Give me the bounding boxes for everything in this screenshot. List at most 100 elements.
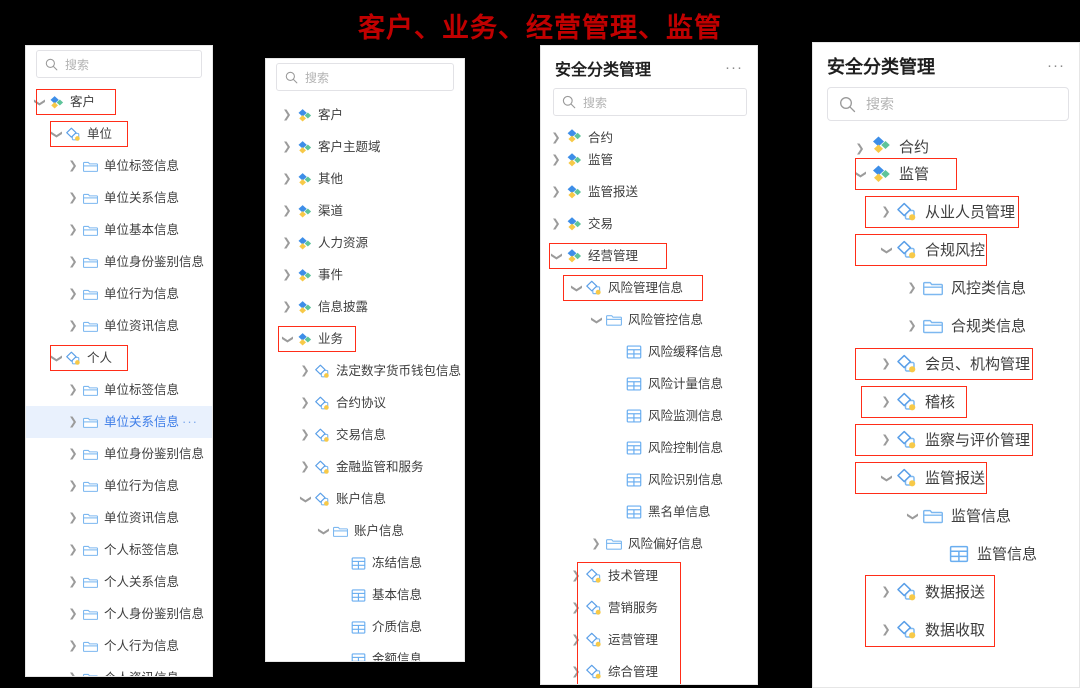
tree-node[interactable]: ❯ 交易信息 xyxy=(266,419,464,451)
tree-node[interactable]: ❯ 法定数字货币钱包信息 xyxy=(266,355,464,387)
chevron-right-icon[interactable]: ❯ xyxy=(879,624,893,636)
chevron-right-icon[interactable]: ❯ xyxy=(905,282,919,294)
tree-node[interactable]: ❯风险识别信息 xyxy=(541,464,757,496)
tree-node[interactable]: ❯ 合约 xyxy=(813,129,1079,155)
chevron-down-icon[interactable]: ❯ xyxy=(571,281,583,295)
chevron-right-icon[interactable]: ❯ xyxy=(66,544,80,556)
tree-node[interactable]: ❯ 从业人员管理 xyxy=(813,193,1079,231)
tree-node[interactable]: ❯ 单位身份鉴别信息 xyxy=(26,246,212,278)
tree-node[interactable]: ❯监管信息 xyxy=(813,535,1079,573)
tree-node[interactable]: ❯ 业务 xyxy=(266,323,464,355)
tree-node[interactable]: ❯ 金融监管和服务 xyxy=(266,451,464,483)
tree-node[interactable]: ❯ 监管 xyxy=(541,144,757,176)
tree-node[interactable]: ❯介质信息 xyxy=(266,611,464,643)
tree-node[interactable]: ❯风险控制信息 xyxy=(541,432,757,464)
chevron-right-icon[interactable]: ❯ xyxy=(905,320,919,332)
chevron-right-icon[interactable]: ❯ xyxy=(569,666,583,678)
chevron-down-icon[interactable]: ❯ xyxy=(300,492,312,506)
chevron-down-icon[interactable]: ❯ xyxy=(855,167,867,181)
tree-node[interactable]: ❯ 个人 xyxy=(26,342,212,374)
tree-node[interactable]: ❯ 单位身份鉴别信息 xyxy=(26,438,212,470)
tree-node[interactable]: ❯冻结信息 xyxy=(266,547,464,579)
chevron-right-icon[interactable]: ❯ xyxy=(298,429,312,441)
search-input-panel2[interactable]: 搜索 xyxy=(276,63,454,91)
tree-node[interactable]: ❯ 合规类信息 xyxy=(813,307,1079,345)
chevron-right-icon[interactable]: ❯ xyxy=(66,672,80,676)
tree-node[interactable]: ❯ 账户信息 xyxy=(266,483,464,515)
tree-node[interactable]: ❯ 个人身份鉴别信息 xyxy=(26,598,212,630)
tree-node[interactable]: ❯ 其他 xyxy=(266,163,464,195)
tree-node[interactable]: ❯ 单位基本信息 xyxy=(26,214,212,246)
chevron-right-icon[interactable]: ❯ xyxy=(879,358,893,370)
tree-node[interactable]: ❯ 单位标签信息 xyxy=(26,374,212,406)
tree-node[interactable]: ❯ 风控类信息 xyxy=(813,269,1079,307)
tree-node[interactable]: ❯ 运营管理 xyxy=(541,624,757,656)
chevron-right-icon[interactable]: ❯ xyxy=(280,205,294,217)
chevron-right-icon[interactable]: ❯ xyxy=(569,602,583,614)
chevron-right-icon[interactable]: ❯ xyxy=(66,576,80,588)
row-more-options-icon[interactable]: ··· xyxy=(182,415,198,428)
tree-node[interactable]: ❯ 个人行为信息 xyxy=(26,630,212,662)
tree-node[interactable]: ❯ 信息披露 xyxy=(266,291,464,323)
tree-node[interactable]: ❯ 监管 xyxy=(813,155,1079,193)
more-options-icon[interactable]: ··· xyxy=(1047,58,1065,73)
chevron-right-icon[interactable]: ❯ xyxy=(66,192,80,204)
tree-node[interactable]: ❯ 交易 xyxy=(541,208,757,240)
chevron-right-icon[interactable]: ❯ xyxy=(66,512,80,524)
chevron-right-icon[interactable]: ❯ xyxy=(549,154,563,166)
chevron-right-icon[interactable]: ❯ xyxy=(66,448,80,460)
more-options-icon[interactable]: ··· xyxy=(725,60,743,75)
tree-node[interactable]: ❯ 监管报送 xyxy=(541,176,757,208)
tree-node[interactable]: ❯ 监察与评价管理 xyxy=(813,421,1079,459)
chevron-down-icon[interactable]: ❯ xyxy=(881,471,893,485)
tree-node[interactable]: ❯监管信息 xyxy=(813,497,1079,535)
tree-node[interactable]: ❯ 合约 xyxy=(541,124,757,144)
tree-node[interactable]: ❯金额信息 xyxy=(266,643,464,661)
chevron-right-icon[interactable]: ❯ xyxy=(66,224,80,236)
tree-node[interactable]: ❯ 个人关系信息 xyxy=(26,566,212,598)
tree-node[interactable]: ❯风险缓释信息 xyxy=(541,336,757,368)
chevron-right-icon[interactable]: ❯ xyxy=(280,237,294,249)
tree-node[interactable]: ❯ 人力资源 xyxy=(266,227,464,259)
tree-node[interactable]: ❯ 监管报送 xyxy=(813,459,1079,497)
chevron-right-icon[interactable]: ❯ xyxy=(589,538,603,550)
tree-node[interactable]: ❯ 渠道 xyxy=(266,195,464,227)
chevron-down-icon[interactable]: ❯ xyxy=(51,127,63,141)
chevron-down-icon[interactable]: ❯ xyxy=(551,249,563,263)
tree-node[interactable]: ❯基本信息 xyxy=(266,579,464,611)
chevron-right-icon[interactable]: ❯ xyxy=(549,218,563,230)
tree-node[interactable]: ❯ 单位行为信息 xyxy=(26,470,212,502)
chevron-right-icon[interactable]: ❯ xyxy=(66,608,80,620)
chevron-right-icon[interactable]: ❯ xyxy=(879,586,893,598)
tree-node[interactable]: ❯ 单位行为信息 xyxy=(26,278,212,310)
tree-node[interactable]: ❯风险监测信息 xyxy=(541,400,757,432)
chevron-right-icon[interactable]: ❯ xyxy=(879,396,893,408)
search-input-panel1[interactable]: 搜索 xyxy=(36,50,202,78)
chevron-down-icon[interactable]: ❯ xyxy=(318,524,330,538)
chevron-right-icon[interactable]: ❯ xyxy=(66,288,80,300)
tree-node[interactable]: ❯ 稽核 xyxy=(813,383,1079,421)
tree-node[interactable]: ❯ 经营管理 xyxy=(541,240,757,272)
chevron-right-icon[interactable]: ❯ xyxy=(569,570,583,582)
search-input-panel3[interactable]: 搜索 xyxy=(553,88,747,116)
chevron-right-icon[interactable]: ❯ xyxy=(549,186,563,198)
chevron-right-icon[interactable]: ❯ xyxy=(879,206,893,218)
chevron-down-icon[interactable]: ❯ xyxy=(591,313,603,327)
chevron-right-icon[interactable]: ❯ xyxy=(549,133,563,144)
tree-node[interactable]: ❯风险计量信息 xyxy=(541,368,757,400)
tree-node[interactable]: ❯ 单位关系信息 xyxy=(26,182,212,214)
chevron-right-icon[interactable]: ❯ xyxy=(66,160,80,172)
chevron-down-icon[interactable]: ❯ xyxy=(881,243,893,257)
chevron-right-icon[interactable]: ❯ xyxy=(66,320,80,332)
chevron-right-icon[interactable]: ❯ xyxy=(879,434,893,446)
chevron-right-icon[interactable]: ❯ xyxy=(280,109,294,121)
chevron-right-icon[interactable]: ❯ xyxy=(280,301,294,313)
chevron-right-icon[interactable]: ❯ xyxy=(298,461,312,473)
chevron-right-icon[interactable]: ❯ xyxy=(280,269,294,281)
tree-node[interactable]: ❯ 风险管理信息 xyxy=(541,272,757,304)
chevron-right-icon[interactable]: ❯ xyxy=(569,634,583,646)
chevron-down-icon[interactable]: ❯ xyxy=(34,95,46,109)
tree-node[interactable]: ❯ 客户 xyxy=(266,99,464,131)
tree-node[interactable]: ❯ 数据报送 xyxy=(813,573,1079,611)
tree-node[interactable]: ❯ 单位 xyxy=(26,118,212,150)
